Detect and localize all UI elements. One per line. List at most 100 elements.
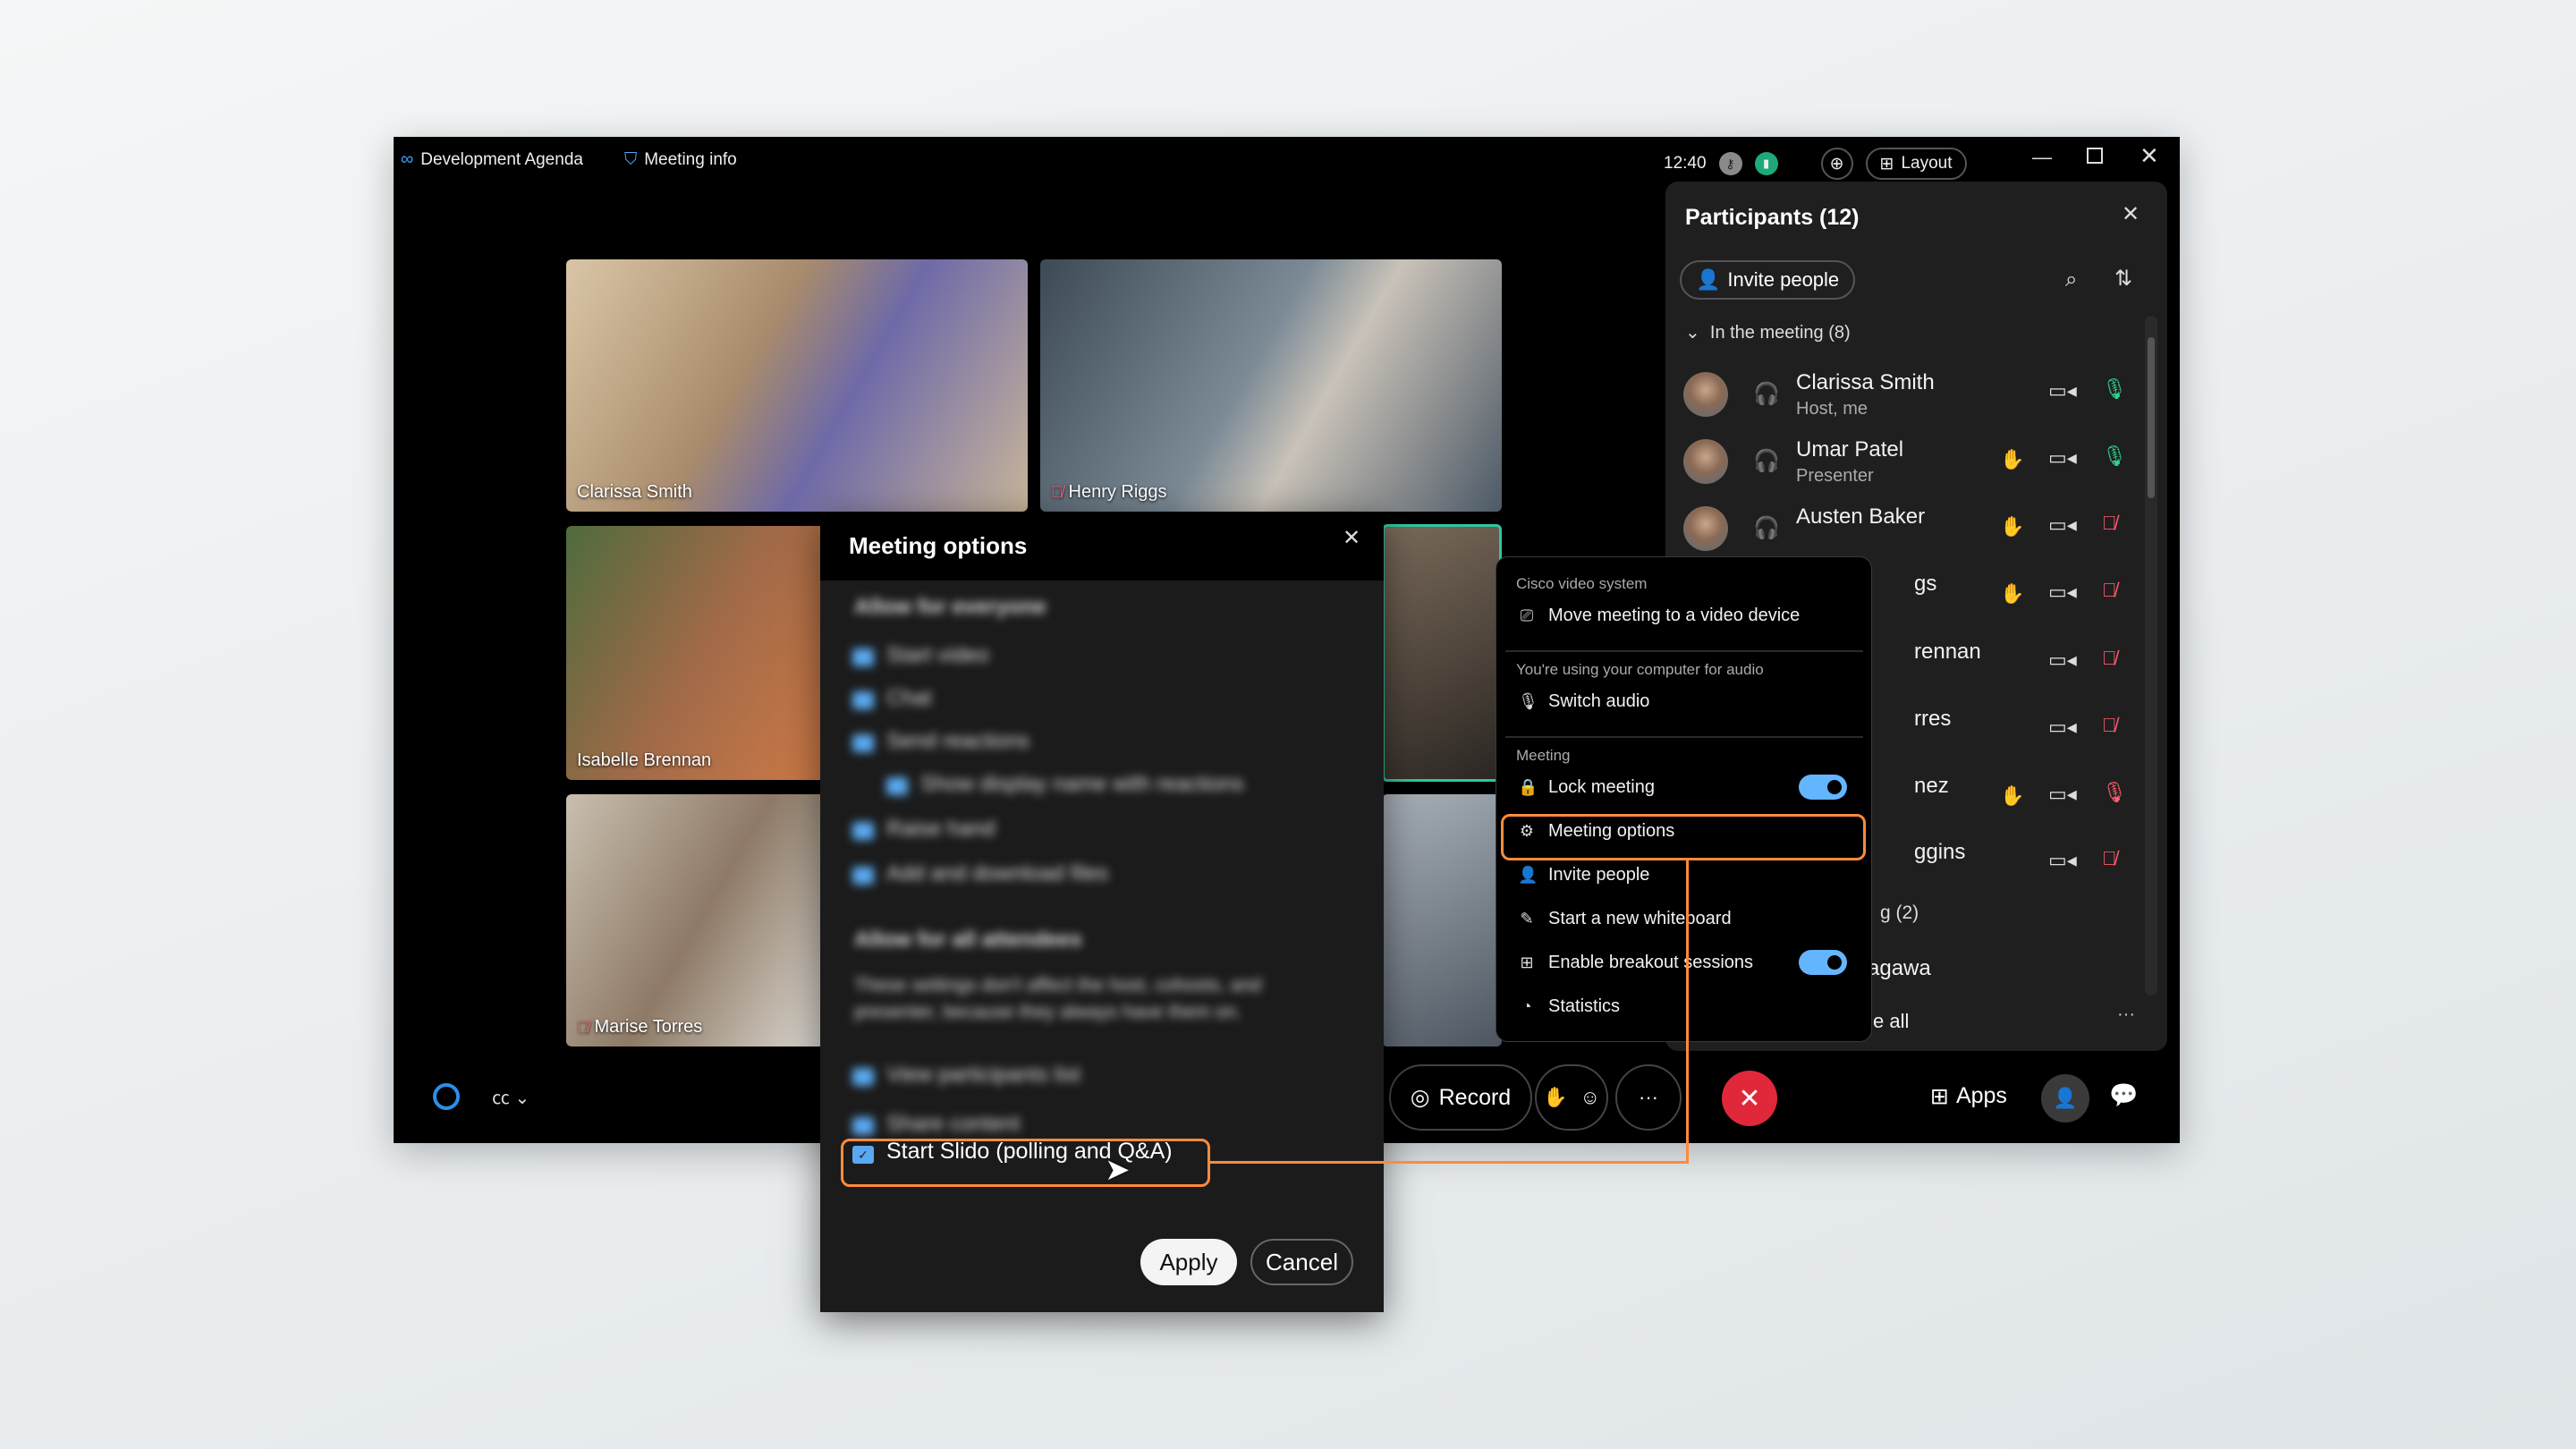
close-panel-button[interactable]: ✕ — [2122, 201, 2140, 227]
lock-toggle[interactable] — [1799, 775, 1847, 800]
menu-item-breakout[interactable]: ⊞ Enable breakout sessions — [1505, 942, 1863, 983]
video-name-label: Isabelle Brennan — [577, 750, 712, 770]
minimize-button[interactable]: — — [2032, 146, 2052, 169]
headset-icon: 🎧 — [1753, 516, 1780, 540]
mic-muted-icon: 🎙̸ — [577, 1018, 589, 1036]
invite-label: Invite people — [1727, 268, 1840, 291]
breakout-toggle[interactable] — [1799, 950, 1847, 975]
apply-button[interactable]: Apply — [1140, 1239, 1237, 1285]
menu-item-whiteboard[interactable]: ✎ Start a new whiteboard — [1505, 898, 1863, 939]
microphone-icon[interactable]: 🎙 — [2102, 781, 2127, 804]
mute-all-button[interactable]: e all — [1873, 1010, 1909, 1033]
option-checkbox[interactable] — [852, 691, 874, 709]
section-in-meeting[interactable]: ⌄ In the meeting (8) — [1685, 321, 1851, 343]
option-label: Raise hand — [886, 817, 996, 841]
option-label: Send reactions — [886, 729, 1030, 753]
meeting-info-button[interactable]: Meeting info — [644, 150, 737, 170]
video-icon[interactable]: ▭◂ — [2048, 716, 2077, 739]
video-icon[interactable]: ▭◂ — [2048, 783, 2077, 806]
raised-hand-icon: ✋ — [2000, 784, 2025, 807]
option-checkbox[interactable] — [852, 648, 874, 666]
record-label: Record — [1438, 1084, 1512, 1110]
sort-icon[interactable]: ⇅ — [2114, 266, 2132, 292]
breakout-icon: ⊞ — [1520, 953, 1534, 971]
signal-icon[interactable]: ▮ — [1754, 152, 1778, 175]
participant-name: rres — [1914, 707, 1952, 731]
video-icon[interactable]: ▭◂ — [2048, 648, 2077, 672]
webex-ai-icon[interactable] — [433, 1083, 460, 1110]
menu-heading: Meeting — [1516, 747, 1571, 764]
microphone-icon[interactable]: 🎙 — [2102, 445, 2127, 468]
option-checkbox[interactable] — [852, 1068, 874, 1086]
chevron-down-icon: ⌄ — [1685, 323, 1700, 343]
mic-muted-icon[interactable]: 🎙̸ — [2102, 714, 2117, 737]
avatar — [1683, 506, 1728, 551]
mic-muted-icon[interactable]: 🎙̸ — [2102, 847, 2117, 870]
menu-item-switch-audio[interactable]: 🎙 Switch audio — [1505, 681, 1863, 722]
option-label: Chat — [886, 686, 932, 710]
participant-row[interactable]: 🎧 Clarissa Smith Host, me ▭◂ 🎙 — [1683, 367, 2148, 420]
menu-item-move-meeting[interactable]: ⎚ Move meeting to a video device — [1505, 595, 1863, 636]
cancel-button[interactable]: Cancel — [1250, 1239, 1353, 1285]
apps-icon: ⊞ — [1930, 1084, 1949, 1109]
raised-hand-icon: ✋ — [2000, 448, 2025, 470]
option-checkbox[interactable] — [886, 777, 908, 795]
mic-muted-icon[interactable]: 🎙̸ — [2102, 647, 2117, 670]
zoom-in-button[interactable]: ⊕ — [1820, 148, 1853, 180]
participants-button[interactable]: 👤 — [2041, 1074, 2089, 1123]
option-checkbox[interactable] — [852, 1117, 874, 1135]
option-checkbox[interactable] — [852, 822, 874, 840]
captions-icon[interactable]: ㏄ ⌄ — [492, 1083, 530, 1109]
record-button[interactable]: ◎ Record — [1389, 1064, 1532, 1131]
raise-hand-icon[interactable]: ✋ — [1543, 1086, 1567, 1109]
video-tile[interactable]: 🎙̸ Marise Torres — [566, 794, 835, 1046]
video-tile[interactable]: Isabelle Brennan — [566, 526, 835, 780]
video-icon[interactable]: ▭◂ — [2048, 513, 2077, 537]
title-controls: 12:40 ⚷ ▮ ⊕ ⊞ Layout — [1664, 148, 1967, 180]
menu-label: Start a new whiteboard — [1548, 908, 1732, 928]
chat-icon[interactable]: 💬 — [2109, 1081, 2138, 1109]
more-button[interactable]: ··· — [1615, 1064, 1682, 1131]
video-icon[interactable]: ▭◂ — [2048, 446, 2077, 470]
ellipsis-icon: ··· — [1639, 1086, 1658, 1108]
title-area: ∞ Development Agenda ⛉ Meeting info — [401, 149, 737, 170]
microphone-icon[interactable]: 🎙 — [2102, 377, 2127, 401]
video-tile-active-speaker[interactable] — [1382, 524, 1502, 782]
more-menu: Cisco video system ⎚ Move meeting to a vi… — [1496, 556, 1872, 1042]
video-name-label: Henry Riggs — [1068, 482, 1167, 502]
participant-row[interactable]: 🎧 Austen Baker ✋ ▭◂ 🎙̸ — [1683, 501, 2148, 555]
more-options-icon[interactable]: ··· — [2117, 1004, 2135, 1025]
close-window-button[interactable]: ✕ — [2140, 142, 2159, 170]
participant-name[interactable]: agawa — [1868, 956, 1931, 981]
maximize-button[interactable] — [2087, 148, 2103, 164]
mic-muted-icon[interactable]: 🎙̸ — [2102, 512, 2117, 535]
layout-button[interactable]: ⊞ Layout — [1865, 148, 1967, 180]
search-icon[interactable]: ⌕ — [2065, 267, 2077, 292]
video-icon[interactable]: ▭◂ — [2048, 580, 2077, 604]
video-icon[interactable]: ▭◂ — [2048, 849, 2077, 872]
video-tile[interactable]: Clarissa Smith — [566, 259, 1028, 512]
video-tile[interactable]: 🎙̸ Henry Riggs — [1040, 259, 1502, 512]
participant-role: Host, me — [1796, 399, 1868, 419]
invite-people-button[interactable]: 👤 Invite people — [1680, 260, 1856, 300]
add-person-icon: 👤 — [1518, 865, 1538, 884]
video-name-label: Clarissa Smith — [577, 482, 692, 502]
key-icon[interactable]: ⚷ — [1718, 152, 1742, 175]
option-checkbox[interactable] — [852, 734, 874, 752]
mic-muted-icon[interactable]: 🎙̸ — [2102, 579, 2117, 602]
menu-item-statistics[interactable]: ◔ Statistics — [1505, 986, 1863, 1027]
participant-row[interactable]: 🎧 Umar Patel Presenter ✋ ▭◂ 🎙 — [1683, 434, 2148, 487]
webex-logo-icon: ∞ — [401, 149, 414, 169]
menu-item-lock-meeting[interactable]: 🔒 Lock meeting — [1505, 767, 1863, 808]
video-tile[interactable] — [1382, 794, 1502, 1046]
reactions-icon[interactable]: ☺ — [1580, 1086, 1600, 1109]
video-icon[interactable]: ▭◂ — [2048, 379, 2077, 402]
option-checkbox[interactable] — [852, 867, 874, 885]
participant-name: gs — [1914, 572, 1937, 596]
section-heading: Allow for all attendees — [854, 928, 1082, 952]
end-call-button[interactable]: ✕ — [1722, 1071, 1777, 1126]
section-not-in-meeting[interactable]: g (2) — [1880, 902, 1919, 924]
section-heading: Allow for everyone — [854, 595, 1046, 619]
close-dialog-button[interactable]: ✕ — [1343, 525, 1360, 551]
apps-button[interactable]: ⊞ Apps — [1930, 1083, 2007, 1110]
